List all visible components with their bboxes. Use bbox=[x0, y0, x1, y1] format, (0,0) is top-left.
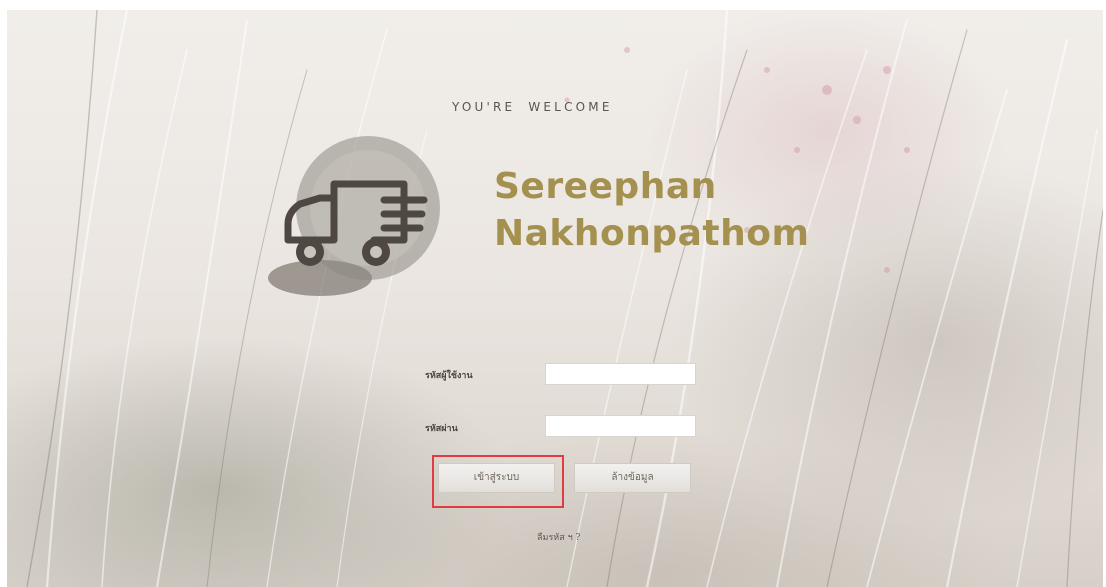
password-label: รหัสผ่าน bbox=[425, 424, 458, 434]
brand-line-1: Sereephan bbox=[494, 166, 717, 207]
company-logo bbox=[264, 128, 442, 300]
username-label: รหัสผู้ใช้งาน bbox=[425, 371, 473, 381]
brand-title: Sereephan Nakhonpathom bbox=[494, 163, 810, 257]
login-page: YOU'RE WELCOME Sereephan Nakhonpathom รห… bbox=[0, 0, 1106, 587]
delivery-truck-icon bbox=[268, 136, 440, 296]
login-button-highlight bbox=[432, 455, 564, 508]
password-input[interactable] bbox=[545, 415, 696, 437]
welcome-heading: YOU'RE WELCOME bbox=[452, 100, 613, 114]
brand-line-2: Nakhonpathom bbox=[494, 213, 810, 254]
forgot-password-link[interactable]: ลืมรหัส ฯ ? bbox=[537, 530, 580, 544]
clear-button[interactable]: ล้างข้อมูล bbox=[574, 463, 691, 493]
username-input[interactable] bbox=[545, 363, 696, 385]
